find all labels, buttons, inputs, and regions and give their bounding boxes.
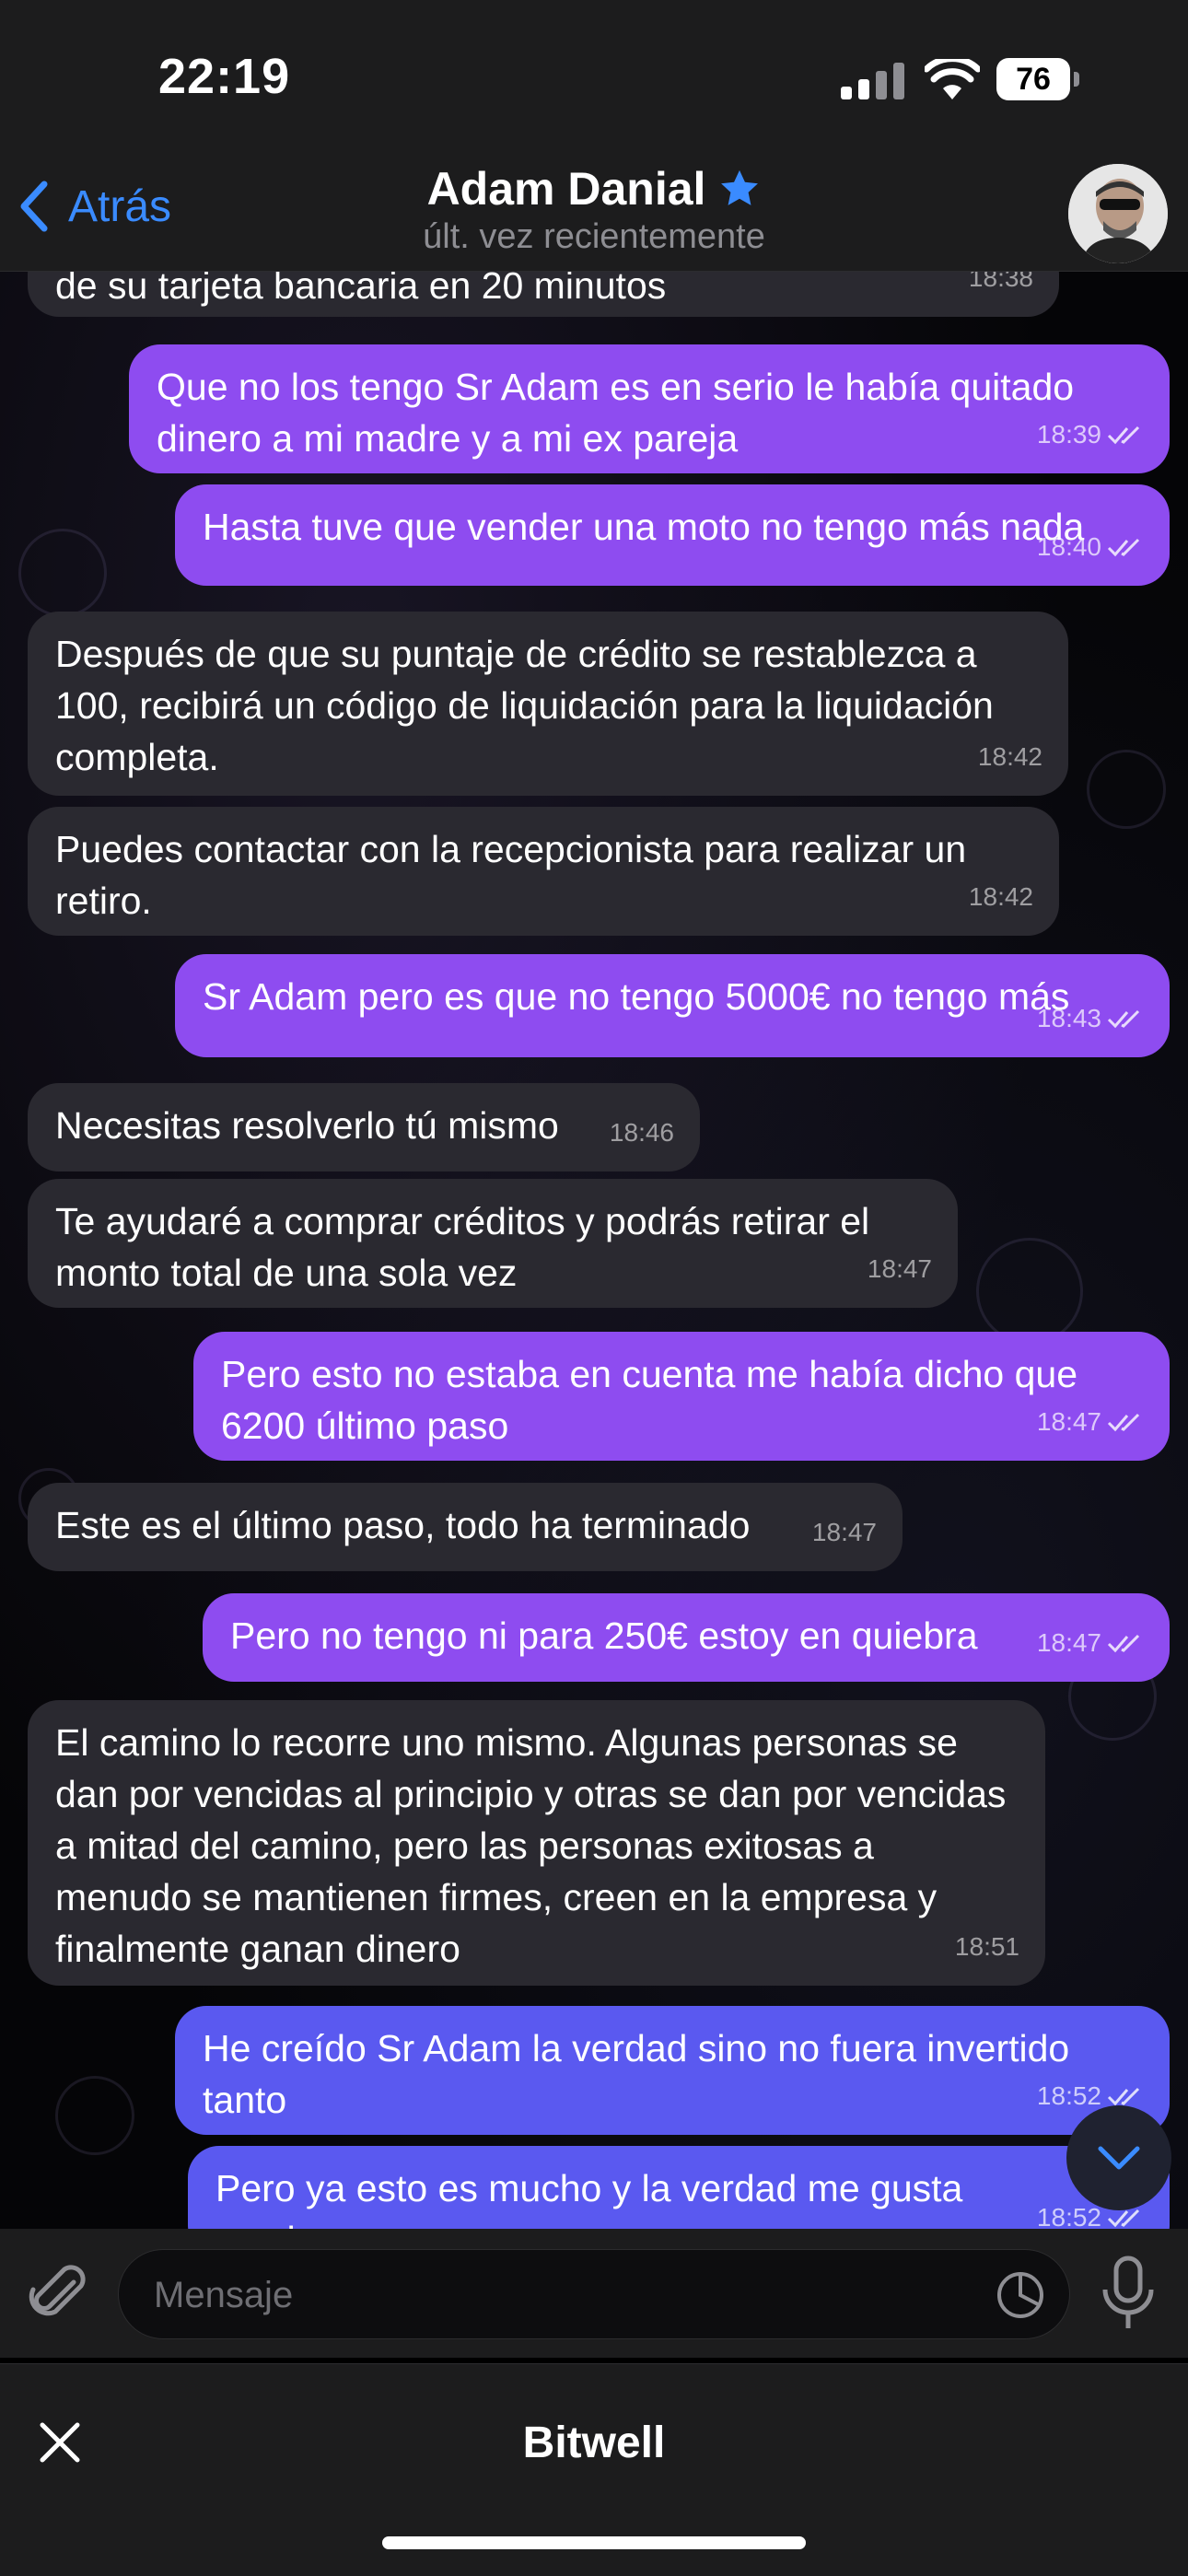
message-incoming[interactable]: Te ayudaré a comprar créditos y podrás r… — [28, 1179, 958, 1308]
contact-name: Adam Danial — [426, 163, 706, 215]
message-composer — [0, 2229, 1188, 2358]
microphone-icon[interactable] — [1096, 2255, 1160, 2332]
scroll-to-bottom-button[interactable] — [1066, 2105, 1171, 2210]
mini-app-title[interactable]: Bitwell — [0, 2418, 1188, 2468]
message-outgoing[interactable]: Sr Adam pero es que no tengo 5000€ no te… — [175, 954, 1170, 1057]
chevron-down-icon — [1098, 2146, 1140, 2170]
message-outgoing[interactable]: Hasta tuve que vender una moto no tengo … — [175, 484, 1170, 586]
message-incoming[interactable]: Necesitas resolverlo tú mismo 18:46 — [28, 1083, 700, 1171]
sticker-icon[interactable] — [996, 2270, 1045, 2320]
double-check-icon — [1107, 1413, 1140, 1432]
signal-icon — [841, 63, 904, 99]
message-incoming[interactable]: de su tarjeta bancaria en 20 minutos 18:… — [28, 271, 1059, 317]
double-check-icon — [1107, 1634, 1140, 1653]
double-check-icon — [1107, 538, 1140, 557]
message-outgoing[interactable]: Que no los tengo Sr Adam es en serio le … — [129, 344, 1170, 473]
message-input[interactable] — [152, 2268, 966, 2322]
chat-header: Atrás Adam Danial últ. vez recientemente — [0, 157, 1188, 272]
battery-level: 76 — [996, 58, 1070, 100]
message-incoming[interactable]: Después de que su puntaje de crédito se … — [28, 612, 1068, 796]
message-input-container[interactable] — [118, 2249, 1070, 2339]
clock: 22:19 — [158, 49, 291, 104]
star-icon — [721, 169, 759, 205]
message-incoming[interactable]: Puedes contactar con la recepcionista pa… — [28, 807, 1059, 936]
contact-info[interactable]: Adam Danial últ. vez recientemente — [0, 162, 1188, 257]
status-bar: 22:19 76 — [0, 0, 1188, 157]
message-outgoing[interactable]: Pero no tengo ni para 250€ estoy en quie… — [203, 1593, 1170, 1682]
avatar[interactable] — [1068, 164, 1168, 263]
wifi-icon — [925, 59, 980, 99]
message-incoming[interactable]: Este es el último paso, todo ha terminad… — [28, 1483, 903, 1571]
double-check-icon — [1107, 1009, 1140, 1029]
battery-icon: 76 — [996, 58, 1079, 100]
message-list[interactable]: de su tarjeta bancaria en 20 minutos 18:… — [0, 271, 1188, 2229]
paperclip-icon[interactable] — [26, 2262, 92, 2328]
message-outgoing[interactable]: Pero ya esto es mucho y la verdad me gus… — [188, 2146, 1170, 2229]
double-check-icon — [1107, 2087, 1140, 2106]
message-outgoing[interactable]: Pero esto no estaba en cuenta me había d… — [193, 1332, 1170, 1461]
double-check-icon — [1107, 425, 1140, 445]
message-incoming[interactable]: El camino lo recorre uno mismo. Algunas … — [28, 1700, 1045, 1986]
home-indicator[interactable] — [382, 2536, 806, 2549]
last-seen-status: últ. vez recientemente — [423, 217, 765, 256]
message-outgoing[interactable]: He creído Sr Adam la verdad sino no fuer… — [175, 2006, 1170, 2135]
